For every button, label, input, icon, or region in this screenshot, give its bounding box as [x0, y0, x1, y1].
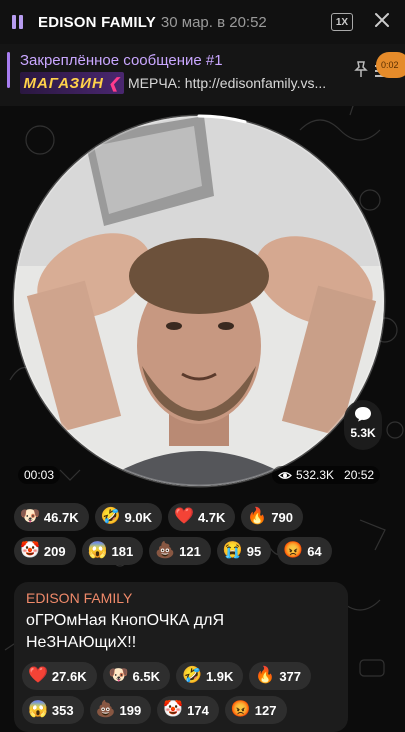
top-bar: EDISON FAMILY 30 мар. в 20:52 1X [0, 0, 405, 44]
reaction-count: 46.7K [43, 509, 79, 525]
reaction-chip[interactable]: ❤️ 4.7K [168, 503, 236, 531]
view-count: 532.3K [296, 468, 335, 482]
reaction-count: 181 [111, 543, 134, 559]
reaction-count: 199 [119, 702, 142, 718]
video-views-meta: 532.3K 20:52 [272, 466, 381, 484]
reaction-chip[interactable]: 🔥 377 [249, 662, 312, 690]
reaction-emoji-icon: 🤡 [20, 542, 40, 559]
reaction-chip[interactable]: 🤣 9.0K [94, 503, 163, 531]
reaction-count: 121 [179, 543, 201, 559]
reaction-emoji-icon: ❤️ [28, 667, 48, 684]
reaction-emoji-icon: 😱 [28, 701, 48, 718]
reaction-count: 27.6K [51, 668, 87, 684]
reaction-emoji-icon: 🤣 [100, 508, 121, 525]
reaction-emoji-icon: 🔥 [255, 667, 276, 684]
reaction-count: 1.9K [205, 668, 234, 684]
reaction-count: 377 [279, 668, 302, 684]
reaction-count: 209 [43, 543, 66, 559]
reaction-emoji-icon: 🤣 [182, 667, 202, 684]
pin-icon[interactable] [353, 60, 369, 78]
reaction-count: 790 [271, 509, 294, 525]
reaction-emoji-icon: 🐶 [20, 508, 40, 525]
reaction-chip[interactable]: 🤣 1.9K [176, 662, 244, 690]
reaction-chip[interactable]: 😡 64 [277, 537, 332, 565]
close-icon[interactable] [373, 11, 391, 29]
reaction-row-1: 🐶 46.7K 🤣 9.0K ❤️ 4.7K 🔥 790 [14, 503, 304, 531]
reaction-emoji-icon: 🤡 [163, 701, 184, 718]
video-duration: 00:03 [18, 466, 61, 484]
reaction-emoji-icon: 🐶 [108, 667, 129, 684]
reaction-emoji-icon: 💩 [95, 701, 116, 718]
comment-icon [355, 407, 371, 422]
pinned-title: Закреплённое сообщение #1 [20, 52, 223, 69]
reaction-count: 95 [246, 543, 262, 559]
reaction-count: 353 [51, 702, 74, 718]
reaction-emoji-icon: 💩 [155, 542, 176, 559]
reaction-row-2: 🤡 209 😱 181 💩 121 😭 95 😡 64 [14, 537, 332, 565]
reaction-emoji-icon: 😭 [222, 542, 243, 559]
video-progress-ring [12, 114, 386, 488]
message-bubble[interactable]: EDISON FAMILY оГРОмНая КнопОЧКА длЯ НеЗН… [14, 582, 348, 732]
reaction-emoji-icon: ❤️ [174, 508, 194, 525]
pinned-thumbnail: МАГАЗИН ❮ [20, 72, 124, 94]
reaction-chip[interactable]: 😭 95 [216, 537, 272, 565]
reaction-emoji-icon: 😡 [230, 701, 251, 718]
reaction-chip[interactable]: ❤️ 27.6K [22, 662, 97, 690]
reaction-chip[interactable]: 🐶 46.7K [14, 503, 89, 531]
reaction-count: 9.0K [124, 509, 153, 525]
reaction-emoji-icon: 🔥 [247, 508, 268, 525]
comment-count: 5.3K [350, 426, 376, 440]
message-author[interactable]: EDISON FAMILY [26, 590, 132, 606]
comments-button[interactable]: 5.3K [344, 400, 382, 450]
floating-badge[interactable]: 0:02 [376, 52, 405, 78]
reaction-count: 6.5K [132, 668, 161, 684]
reaction-emoji-icon: 😡 [283, 542, 304, 559]
message-time: 20:52 [344, 468, 375, 482]
reaction-chip[interactable]: 🐶 6.5K [102, 662, 171, 690]
reaction-chip[interactable]: 💩 121 [149, 537, 211, 565]
playback-speed-button[interactable]: 1X [331, 13, 353, 31]
reaction-chip[interactable]: 🤡 209 [14, 537, 76, 565]
pause-icon[interactable] [12, 15, 26, 29]
channel-title[interactable]: EDISON FAMILY [38, 14, 156, 31]
pinned-indicator [7, 52, 10, 88]
message-reaction-row-1: ❤️ 27.6K 🐶 6.5K 🤣 1.9K 🔥 377 [22, 662, 312, 690]
eye-icon [278, 471, 292, 479]
reaction-count: 174 [187, 702, 209, 718]
pinned-message-bar[interactable]: Закреплённое сообщение #1 МАГАЗИН ❮ МЕРЧА… [0, 44, 405, 106]
pinned-thumbnail-label: МАГАЗИН [23, 74, 104, 92]
reaction-emoji-icon: 😱 [87, 542, 108, 559]
message-text: оГРОмНая КнопОЧКА длЯ НеЗНАЮщиХ!! [26, 612, 225, 651]
reaction-chip[interactable]: 🔥 790 [241, 503, 304, 531]
reaction-count: 4.7K [197, 509, 226, 525]
reaction-chip[interactable]: 😱 181 [81, 537, 144, 565]
pinned-text: МЕРЧА: http://edisonfamily.vs... [128, 75, 327, 91]
reaction-count: 64 [307, 543, 322, 559]
reaction-count: 127 [254, 702, 277, 718]
chevron-left-icon: ❮ [107, 74, 121, 91]
message-date: 30 мар. в 20:52 [160, 13, 267, 31]
